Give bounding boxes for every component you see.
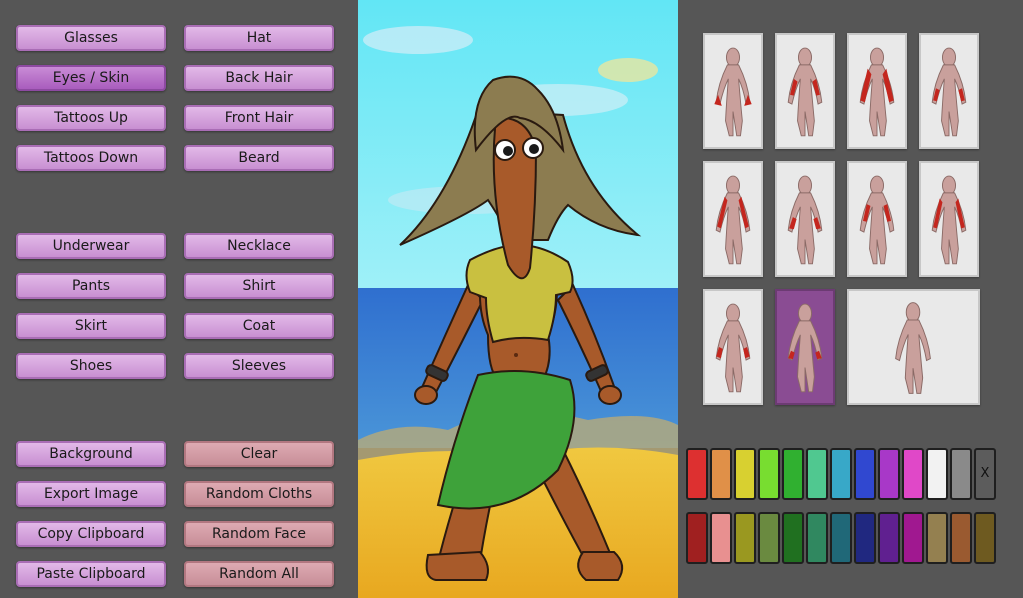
color-swatch[interactable] <box>926 448 948 500</box>
pants-button[interactable]: Pants <box>16 273 166 299</box>
color-swatch[interactable] <box>782 512 804 564</box>
figure-icon <box>714 47 752 137</box>
color-swatch[interactable] <box>854 448 876 500</box>
color-swatch[interactable] <box>878 448 900 500</box>
figure-icon <box>931 47 967 137</box>
clear-button[interactable]: Clear <box>184 441 334 467</box>
clear-color-button[interactable]: X <box>974 448 996 500</box>
random-face-button[interactable]: Random Face <box>184 521 334 547</box>
figure-icon <box>715 303 751 393</box>
tattoos-down-button[interactable]: Tattoos Down <box>16 145 166 171</box>
option-thumb[interactable] <box>847 33 907 149</box>
figure-icon <box>859 47 895 137</box>
necklace-button[interactable]: Necklace <box>184 233 334 259</box>
eyes-skin-button[interactable]: Eyes / Skin <box>16 65 166 91</box>
underwear-button[interactable]: Underwear <box>16 233 166 259</box>
option-thumb[interactable] <box>703 33 763 149</box>
color-swatch[interactable] <box>878 512 900 564</box>
figure-icon <box>787 47 823 137</box>
color-swatch[interactable] <box>806 512 828 564</box>
color-swatch[interactable] <box>686 512 708 564</box>
option-thumb[interactable] <box>775 161 835 277</box>
color-swatch[interactable] <box>974 512 996 564</box>
option-thumb-selected[interactable] <box>775 289 835 405</box>
tattoos-up-button[interactable]: Tattoos Up <box>16 105 166 131</box>
figure-icon <box>931 175 967 265</box>
color-swatch[interactable] <box>950 512 972 564</box>
coat-button[interactable]: Coat <box>184 313 334 339</box>
figure-icon <box>859 175 895 265</box>
hat-button[interactable]: Hat <box>184 25 334 51</box>
option-thumb-none[interactable] <box>847 289 980 405</box>
shoes-button[interactable]: Shoes <box>16 353 166 379</box>
color-swatch[interactable] <box>782 448 804 500</box>
color-swatch[interactable] <box>686 448 708 500</box>
color-swatch[interactable] <box>734 512 756 564</box>
option-thumb[interactable] <box>847 161 907 277</box>
front-hair-button[interactable]: Front Hair <box>184 105 334 131</box>
option-thumb[interactable] <box>919 161 979 277</box>
export-image-button[interactable]: Export Image <box>16 481 166 507</box>
option-thumb[interactable] <box>703 161 763 277</box>
back-hair-button[interactable]: Back Hair <box>184 65 334 91</box>
glasses-button[interactable]: Glasses <box>16 25 166 51</box>
option-thumb[interactable] <box>775 33 835 149</box>
sleeves-button[interactable]: Sleeves <box>184 353 334 379</box>
color-swatch[interactable] <box>902 448 924 500</box>
copy-clipboard-button[interactable]: Copy Clipboard <box>16 521 166 547</box>
shirt-button[interactable]: Shirt <box>184 273 334 299</box>
option-thumb[interactable] <box>703 289 763 405</box>
figure-icon <box>715 175 751 265</box>
beard-button[interactable]: Beard <box>184 145 334 171</box>
color-swatch[interactable] <box>734 448 756 500</box>
color-swatch[interactable] <box>758 512 780 564</box>
figure-icon <box>787 303 823 393</box>
character-illustration <box>358 0 678 598</box>
character-canvas[interactable] <box>358 0 678 598</box>
color-swatch[interactable] <box>830 448 852 500</box>
skirt-button[interactable]: Skirt <box>16 313 166 339</box>
color-swatch[interactable] <box>926 512 948 564</box>
option-thumb[interactable] <box>919 33 979 149</box>
color-swatch[interactable] <box>854 512 876 564</box>
color-swatch[interactable] <box>950 448 972 500</box>
color-swatch[interactable] <box>806 448 828 500</box>
random-all-button[interactable]: Random All <box>184 561 334 587</box>
color-swatch[interactable] <box>710 512 732 564</box>
figure-icon <box>787 175 823 265</box>
color-swatch[interactable] <box>758 448 780 500</box>
background-button[interactable]: Background <box>16 441 166 467</box>
random-cloths-button[interactable]: Random Cloths <box>184 481 334 507</box>
color-swatch[interactable] <box>830 512 852 564</box>
figure-icon <box>895 302 931 394</box>
color-swatch[interactable] <box>710 448 732 500</box>
paste-clipboard-button[interactable]: Paste Clipboard <box>16 561 166 587</box>
color-swatch[interactable] <box>902 512 924 564</box>
